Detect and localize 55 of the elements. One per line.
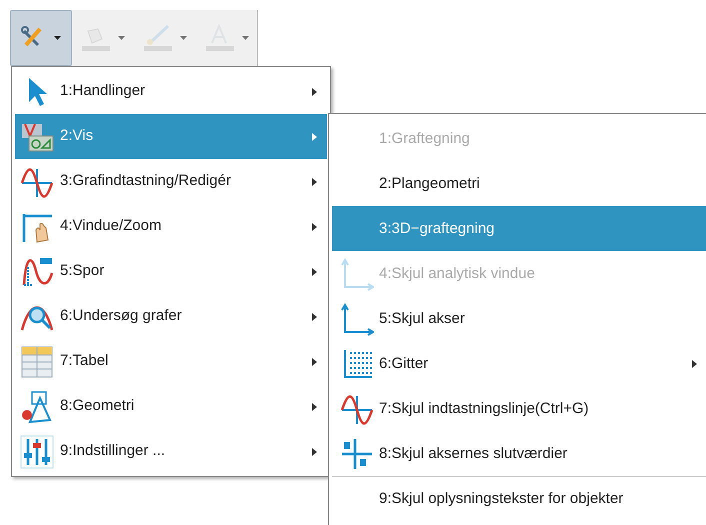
- menu-item[interactable]: 1:Handlinger: [15, 69, 327, 114]
- menu-item-label: 9:Indstillinger ...: [60, 441, 166, 462]
- submenu-item-label: 1:Graftegning: [379, 128, 471, 149]
- submenu-item-label: 2:Plangeometri: [379, 174, 481, 194]
- menu-item[interactable]: 5:Spor: [15, 249, 327, 294]
- submenu-item-label: 3:3D−graftegning: [379, 218, 496, 239]
- menu-item[interactable]: 4:Vindue/Zoom: [15, 204, 327, 249]
- submenu-item[interactable]: 6:Gitter: [332, 341, 706, 386]
- axes-icon: [340, 302, 374, 336]
- submenu-item-label: 7:Skjul indtastningslinje(Ctrl+G): [379, 398, 590, 419]
- submenu-item-label: 4:Skjul analytisk vindue: [379, 264, 536, 284]
- menu-item[interactable]: 6:Undersøg grafer: [15, 294, 327, 339]
- submenu-arrow-icon: [312, 402, 317, 410]
- submenu-item[interactable]: 5:Skjul akser: [332, 296, 706, 341]
- menu-item-label: 6:Undersøg grafer: [60, 306, 183, 326]
- sliders-icon: [20, 434, 54, 468]
- menu-item-label: 5:Spor: [60, 261, 106, 282]
- menu-item-label: 1:Handlinger: [60, 81, 146, 102]
- toolbar-button[interactable]: [10, 10, 72, 66]
- submenu-item[interactable]: 9:Skjul oplysningstekster for objekter: [332, 476, 706, 521]
- menu-item[interactable]: 7:Tabel: [15, 339, 327, 384]
- menu-item-label: 3:Grafindtastning/Redigér: [60, 171, 232, 192]
- caret-icon: [54, 36, 62, 40]
- submenu-item[interactable]: 8:Skjul aksernes slutværdier: [332, 431, 706, 476]
- menu-item[interactable]: 3:Grafindtastning/Redigér: [15, 159, 327, 204]
- axis-end-values-icon: [340, 437, 374, 471]
- menu-item[interactable]: 8:Geometri: [15, 384, 327, 429]
- submenu-arrow-icon: [312, 312, 317, 320]
- submenu-item-label: 9:Skjul oplysningstekster for objekter: [379, 488, 624, 509]
- submenu-arrow-icon: [312, 358, 317, 366]
- triangle-point-icon: [20, 390, 54, 424]
- submenu-item-label: 5:Skjul akser: [379, 308, 466, 329]
- caret-icon: [242, 36, 249, 40]
- menu-item[interactable]: 9:Indstillinger ...: [15, 429, 327, 474]
- submenu-arrow-icon: [312, 448, 317, 456]
- brush-icon: [142, 23, 172, 53]
- submenu-item-label: 6:Gitter: [379, 354, 430, 374]
- submenu-arrow-icon: [312, 222, 317, 230]
- submenu-item[interactable]: 7:Skjul indtastningslinje(Ctrl+G): [332, 386, 706, 431]
- table-grid-icon: [20, 344, 54, 378]
- submenu-arrow-icon: [312, 132, 317, 140]
- menu-item-label: 8:Geometri: [60, 396, 136, 416]
- submenu-arrow-icon: [312, 178, 317, 186]
- axes-icon: [340, 257, 374, 291]
- submenu-arrow-icon: [312, 268, 317, 276]
- caret-icon: [180, 36, 187, 40]
- text-style-icon: [204, 23, 234, 53]
- menu-item-label: 2:Vis: [60, 126, 94, 146]
- submenu-item-label: 8:Skjul aksernes slutværdier: [379, 444, 568, 464]
- menu-item-label: 7:Tabel: [60, 351, 110, 372]
- submenu-item[interactable]: 2:Plangeometri: [332, 161, 706, 206]
- caret-icon: [118, 36, 126, 40]
- submenu-arrow-icon: [312, 88, 317, 96]
- submenu-arrow-icon: [692, 360, 697, 368]
- menu-item-label: 4:Vindue/Zoom: [60, 216, 162, 236]
